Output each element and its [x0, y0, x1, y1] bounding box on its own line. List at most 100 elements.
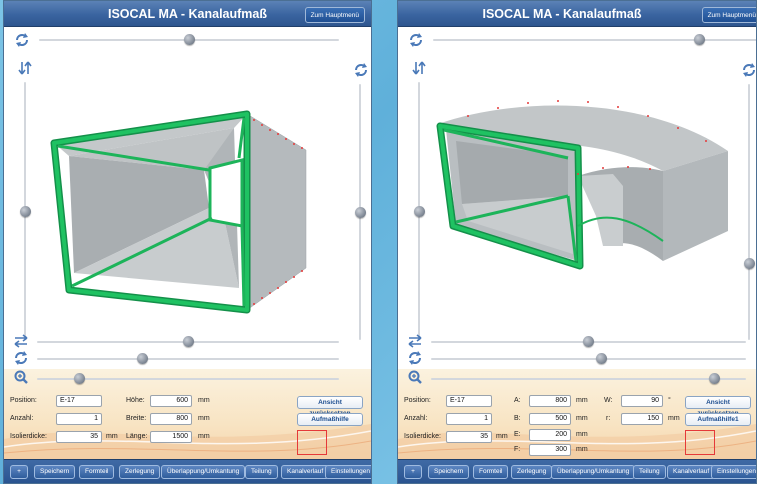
measure-help-button[interactable]: Aufmaßhilfe [297, 413, 363, 426]
right-vertical-slider-knob[interactable] [355, 206, 366, 218]
breite-unit: mm [198, 415, 210, 422]
main-menu-button[interactable]: Zum Hauptmenü [701, 7, 756, 23]
e-label: E: [514, 431, 521, 438]
measure-help-button[interactable]: Aufmaßhilfe1 [685, 413, 751, 426]
position-label: Position: [404, 397, 431, 404]
right-vertical-slider[interactable] [748, 84, 750, 340]
r-label: r: [606, 415, 611, 422]
flip-vertical-icon[interactable] [17, 60, 33, 76]
ueberlappung-button[interactable]: Überlappung/Umkantung [161, 465, 246, 479]
laenge-unit: mm [198, 433, 210, 440]
b-unit: mm [576, 415, 588, 422]
rotate-icon[interactable] [13, 350, 29, 366]
teilung-button[interactable]: Teilung [245, 465, 278, 479]
a-label: A: [514, 397, 521, 404]
f-input[interactable]: 300 [529, 444, 571, 456]
preview-box[interactable] [685, 430, 715, 455]
save-button[interactable]: Speichern [428, 465, 470, 479]
w-input[interactable]: 90 [621, 395, 663, 407]
rotate-icon[interactable] [407, 350, 423, 366]
einstellungen-button[interactable]: Einstellungen [711, 465, 756, 479]
kanalverlauf-button[interactable]: Kanalverlauf [281, 465, 330, 479]
isolierdicke-unit: mm [496, 433, 508, 440]
add-button[interactable]: + [404, 465, 422, 479]
e-unit: mm [576, 431, 588, 438]
measurement-form: Position: E-17 Anzahl: 1 Isolierdicke: 3… [398, 369, 756, 461]
zoom-icon[interactable] [13, 369, 29, 385]
rotate-icon[interactable] [353, 62, 369, 78]
teilung-button[interactable]: Teilung [633, 465, 666, 479]
w-unit: ° [668, 397, 671, 404]
left-vertical-slider-knob[interactable] [414, 205, 425, 217]
flip-vertical-icon[interactable] [411, 60, 427, 76]
f-unit: mm [576, 446, 588, 453]
hoehe-label: Höhe: [126, 397, 145, 404]
bottom-toolbar: + Speichern Formteil Zerlegung Überlappu… [4, 459, 371, 483]
bend-duct-model [436, 100, 728, 270]
right-screen: ISOCAL MA - Kanalaufmaß Zum Hauptmenü Po… [397, 0, 757, 484]
position-input[interactable]: E-17 [56, 395, 102, 407]
position-input[interactable]: E-17 [446, 395, 492, 407]
w-label: W: [604, 397, 613, 404]
breite-input[interactable]: 800 [150, 413, 192, 425]
isolierdicke-input[interactable]: 35 [56, 431, 102, 443]
duct-3d-view[interactable] [4, 28, 371, 369]
duct-3d-view[interactable] [398, 28, 756, 369]
rotation-slider[interactable] [431, 358, 746, 360]
laenge-input[interactable]: 1500 [150, 431, 192, 443]
preview-box[interactable] [297, 430, 327, 455]
r-unit: mm [668, 415, 680, 422]
rotation-slider-knob[interactable] [595, 353, 607, 364]
bottom-toolbar: + Speichern Formteil Zerlegung Überlappu… [398, 459, 756, 483]
top-rotation-slider[interactable] [433, 39, 756, 41]
isolierdicke-label: Isolierdicke: [404, 433, 441, 440]
hoehe-unit: mm [198, 397, 210, 404]
zoom-slider-knob[interactable] [73, 373, 85, 384]
title-bar: ISOCAL MA - Kanalaufmaß Zum Hauptmenü [4, 1, 371, 27]
rotate-icon[interactable] [408, 32, 424, 48]
anzahl-label: Anzahl: [10, 415, 34, 422]
top-rotation-slider-knob[interactable] [183, 34, 195, 45]
zoom-slider[interactable] [431, 378, 746, 380]
formteil-button[interactable]: Formteil [473, 465, 509, 479]
zerlegung-button[interactable]: Zerlegung [119, 465, 161, 479]
anzahl-input[interactable]: 1 [446, 413, 492, 425]
add-button[interactable]: + [10, 465, 28, 479]
top-rotation-slider-knob[interactable] [694, 34, 705, 45]
title-bar: ISOCAL MA - Kanalaufmaß Zum Hauptmenü [398, 1, 756, 27]
breite-label: Breite: [126, 415, 147, 422]
b-input[interactable]: 500 [529, 413, 571, 425]
anzahl-input[interactable]: 1 [56, 413, 102, 425]
isolierdicke-label: Isolierdicke: [10, 433, 47, 440]
swap-horizontal-icon[interactable] [407, 333, 423, 349]
hoehe-input[interactable]: 600 [150, 395, 192, 407]
a-input[interactable]: 800 [529, 395, 571, 407]
formteil-button[interactable]: Formteil [79, 465, 115, 479]
horizontal-shift-slider-knob[interactable] [583, 336, 594, 347]
zerlegung-button[interactable]: Zerlegung [511, 465, 553, 479]
rotate-icon[interactable] [741, 62, 757, 78]
left-screen: ISOCAL MA - Kanalaufmaß Zum Hauptmenü Po… [3, 0, 372, 484]
rotate-icon[interactable] [14, 32, 30, 48]
isolierdicke-input[interactable]: 35 [446, 431, 492, 443]
right-vertical-slider-knob[interactable] [744, 257, 755, 269]
reset-view-button[interactable]: Ansicht zurücksetzen [297, 396, 363, 417]
zoom-slider-knob[interactable] [709, 373, 720, 384]
anzahl-label: Anzahl: [404, 415, 428, 422]
r-input[interactable]: 150 [621, 413, 663, 425]
swap-horizontal-icon[interactable] [13, 333, 29, 349]
kanalverlauf-button[interactable]: Kanalverlauf [667, 465, 716, 479]
main-menu-button[interactable]: Zum Hauptmenü [304, 7, 365, 23]
ueberlappung-button[interactable]: Überlappung/Umkantung [551, 465, 636, 479]
reset-view-button[interactable]: Ansicht zurücksetzen [685, 396, 751, 417]
rotation-slider[interactable] [37, 358, 339, 360]
rotation-slider-knob[interactable] [137, 353, 149, 364]
save-button[interactable]: Speichern [34, 465, 76, 479]
zoom-icon[interactable] [407, 369, 423, 385]
einstellungen-button[interactable]: Einstellungen [325, 465, 371, 479]
straight-duct-model [50, 110, 307, 314]
left-vertical-slider-knob[interactable] [20, 205, 31, 217]
e-input[interactable]: 200 [529, 429, 571, 441]
horizontal-shift-slider-knob[interactable] [182, 336, 194, 347]
b-label: B: [514, 415, 521, 422]
